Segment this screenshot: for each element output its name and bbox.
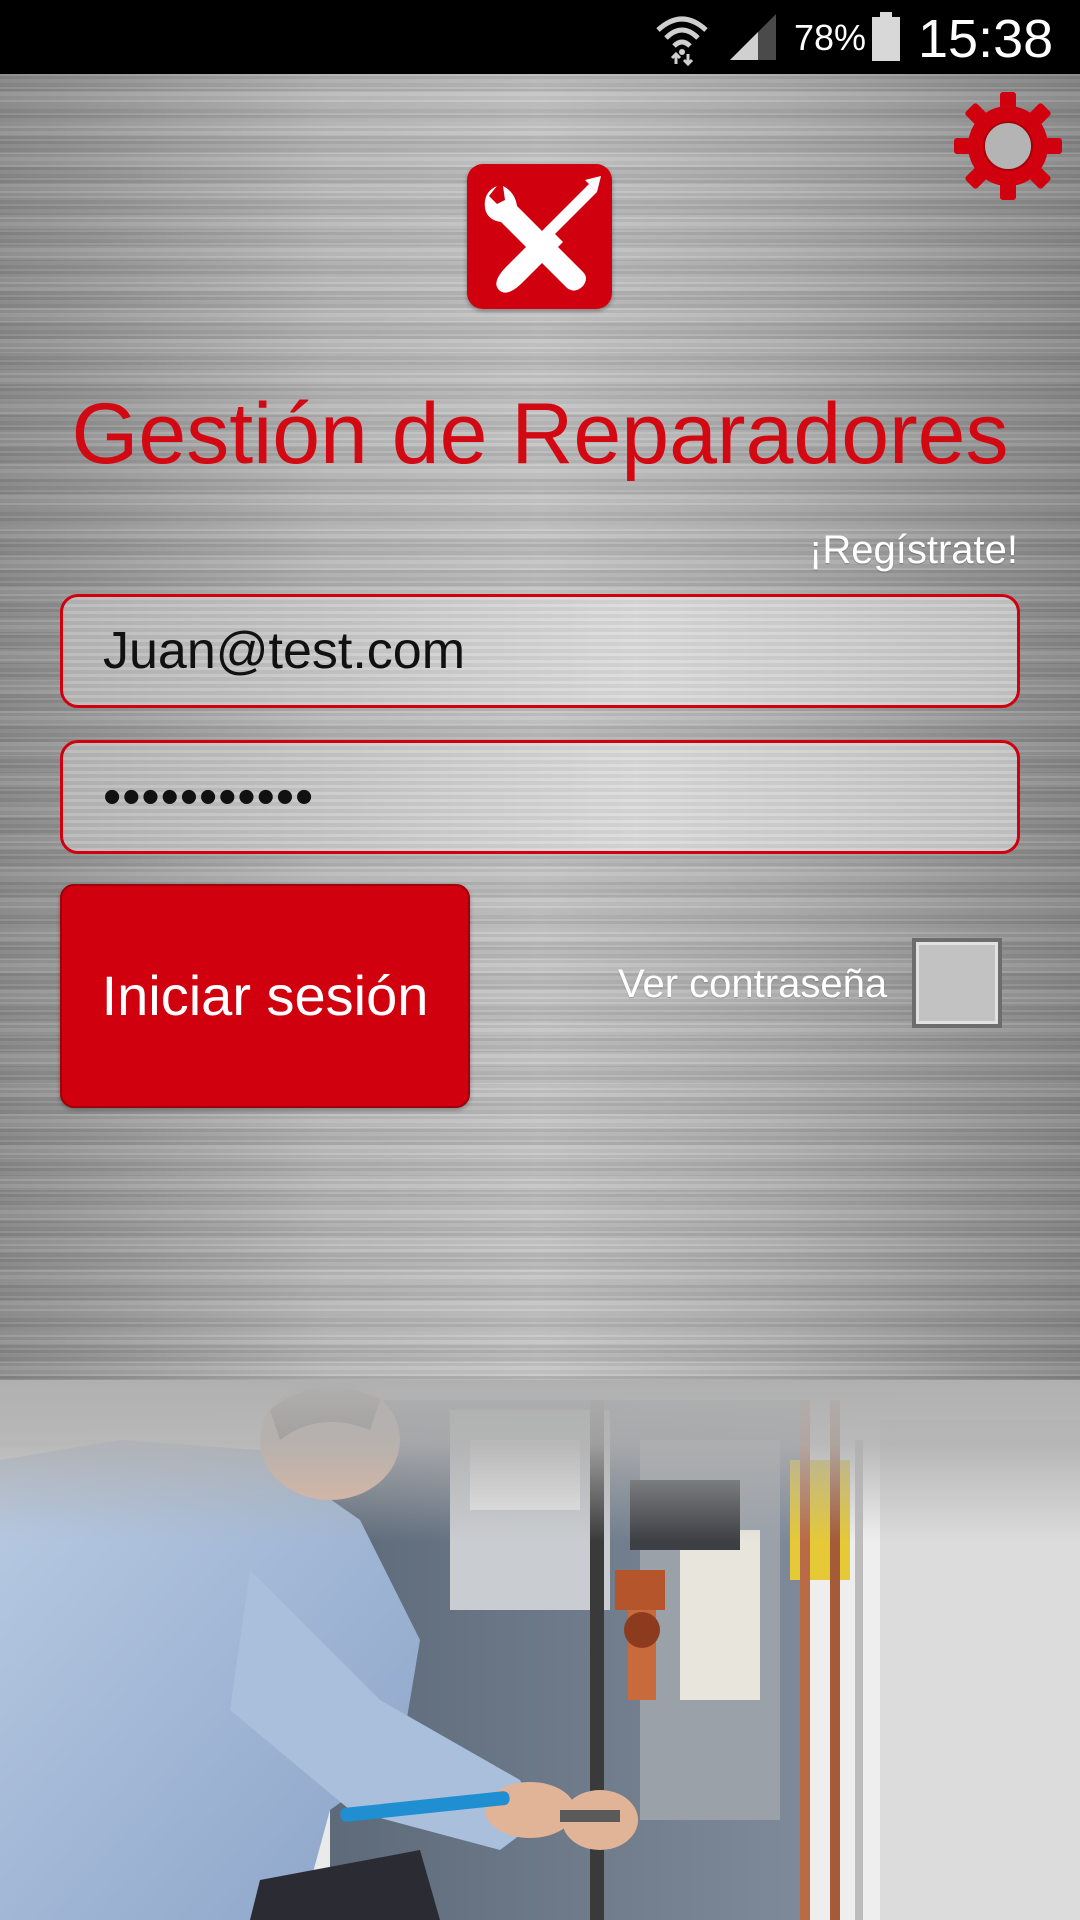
app-logo: [467, 164, 612, 309]
gear-icon[interactable]: [952, 90, 1064, 202]
battery-icon: [872, 12, 900, 61]
show-password-checkbox[interactable]: [912, 938, 1002, 1028]
battery-percent: 78%: [794, 17, 867, 58]
login-button-label: Iniciar sesión: [101, 964, 429, 1027]
wifi-icon: [656, 16, 708, 66]
login-screen: 78% 15:38 Gestión de Reparadores ¡Regíst…: [0, 0, 1080, 1920]
register-link[interactable]: ¡Regístrate!: [809, 524, 1018, 576]
page-title: Gestión de Reparadores: [71, 386, 1009, 482]
wrench-screwdriver-icon: [484, 176, 601, 293]
repairman-photo: [0, 1380, 1080, 1920]
password-field[interactable]: •••••••••••: [60, 740, 1020, 854]
cell-signal-icon: [730, 14, 776, 60]
login-button[interactable]: Iniciar sesión: [60, 884, 470, 1108]
email-field[interactable]: Juan@test.com: [60, 594, 1020, 708]
status-bar: 78% 15:38: [0, 0, 1080, 74]
clock: 15:38: [918, 9, 1054, 69]
show-password-label: Ver contraseña: [618, 962, 888, 1006]
